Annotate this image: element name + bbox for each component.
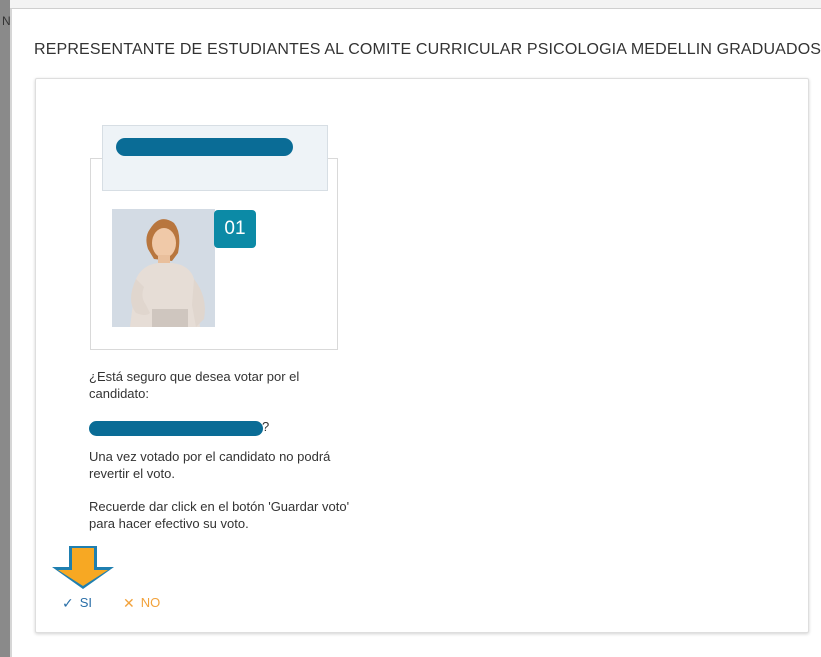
x-icon: ✕ bbox=[123, 594, 135, 611]
confirm-question: ¿Está seguro que desea votar por el cand… bbox=[89, 369, 300, 401]
reminder-text: Recuerde dar click en el botón 'Guardar … bbox=[89, 499, 350, 531]
candidate-number-badge: 01 bbox=[214, 210, 256, 248]
window-top-edge bbox=[10, 0, 821, 9]
modal-header: REPRESENTANTE DE ESTUDIANTES AL COMITE C… bbox=[34, 36, 821, 64]
candidate-name-redacted-inline bbox=[89, 421, 263, 436]
yes-label: SI bbox=[79, 595, 93, 610]
candidate-name-redacted bbox=[116, 138, 293, 156]
background-text: N bbox=[2, 14, 11, 28]
modal-body-panel: 01 ¿Está seguro que desea votar por el c… bbox=[35, 78, 809, 633]
warning-text: Una vez votado por el candidato no podrá… bbox=[89, 449, 331, 481]
question-mark: ? bbox=[262, 419, 270, 434]
no-button[interactable]: ✕ NO bbox=[123, 595, 160, 610]
down-arrow-icon bbox=[52, 546, 114, 589]
candidate-photo bbox=[112, 209, 215, 327]
check-icon: ✓ bbox=[62, 594, 74, 611]
vote-modal: REPRESENTANTE DE ESTUDIANTES AL COMITE C… bbox=[12, 9, 821, 657]
window-left-edge bbox=[0, 0, 10, 657]
no-label: NO bbox=[140, 595, 161, 610]
candidate-name-header bbox=[102, 125, 328, 191]
modal-title: REPRESENTANTE DE ESTUDIANTES AL COMITE C… bbox=[34, 41, 821, 58]
yes-button[interactable]: ✓ SI bbox=[62, 595, 92, 610]
